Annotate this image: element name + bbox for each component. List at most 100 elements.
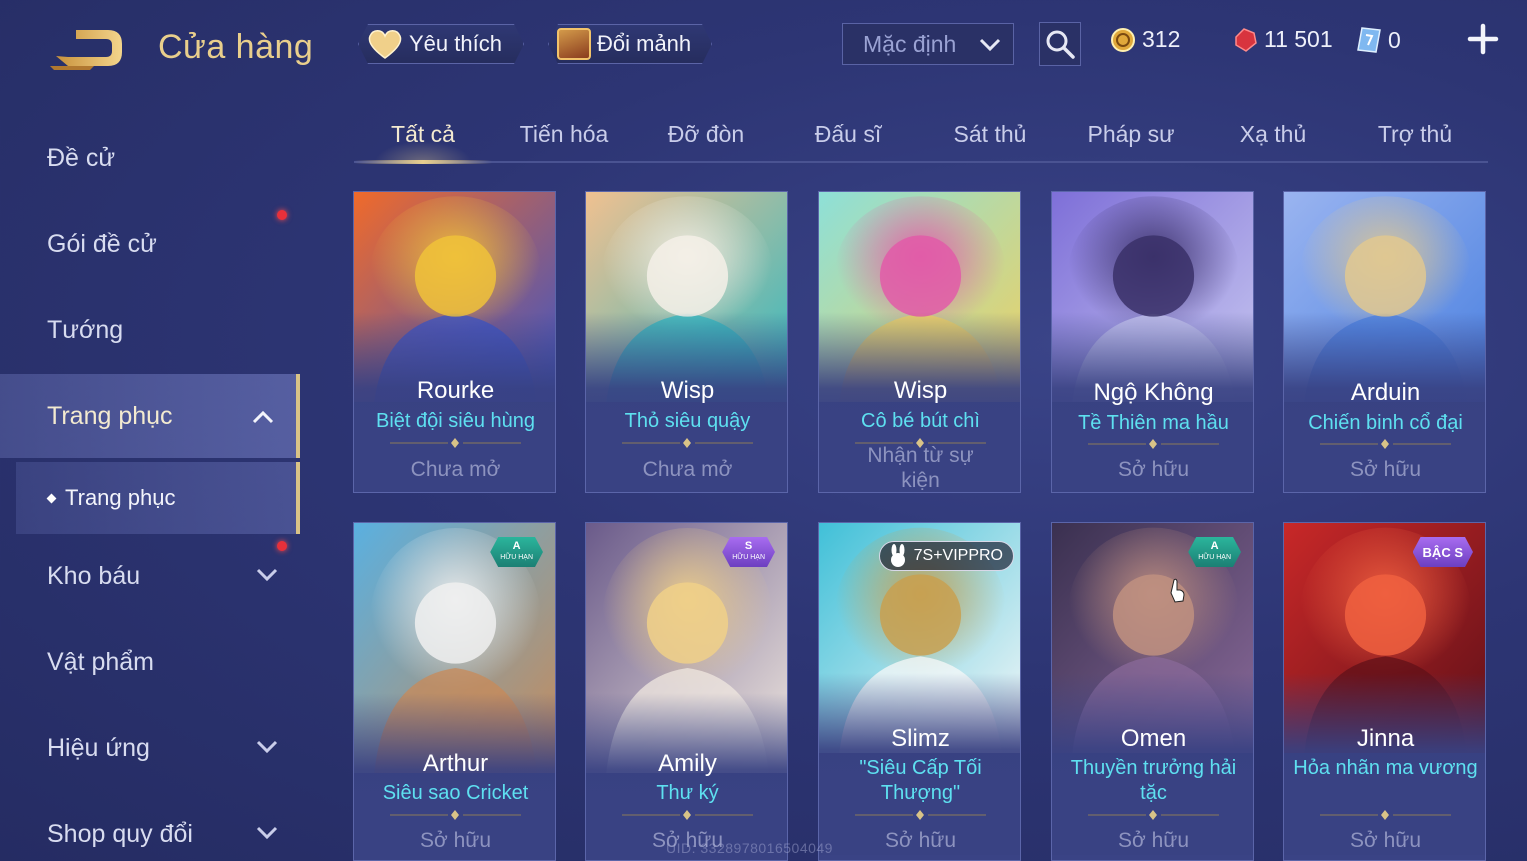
heart-icon — [367, 28, 403, 60]
tab-marksman[interactable]: Xạ thủ — [1204, 108, 1342, 161]
badge-tier: S — [744, 540, 753, 552]
skin-name: Hỏa nhãn ma vương — [1293, 757, 1478, 779]
divider-ornament — [1320, 810, 1451, 820]
sidebar-item-label: Kho báu — [47, 561, 141, 590]
tab-evolution[interactable]: Tiến hóa — [495, 108, 633, 161]
chevron-down-icon — [256, 568, 278, 582]
sidebar-item-label: Hiệu ứng — [47, 733, 150, 762]
tab-fighter[interactable]: Đấu sĩ — [779, 108, 917, 161]
sidebar-item-label: Tướng — [47, 315, 124, 344]
ownership-status: Sở hữu — [884, 829, 957, 852]
tab-label: Đấu sĩ — [814, 121, 882, 147]
sort-dropdown[interactable]: Mặc định — [842, 23, 1014, 65]
top-bar: Cửa hàng Yêu thích Đổi mảnh Mặc định 312 — [0, 0, 1527, 90]
skin-name: Thư ký — [656, 782, 719, 804]
tab-label: Trợ thủ — [1377, 121, 1453, 147]
sidebar-subitem-label: Trang phục — [65, 485, 176, 510]
sidebar-item-label: Gói đề cử — [47, 229, 157, 258]
hero-name: Arthur — [422, 750, 489, 777]
plus-icon[interactable] — [1466, 22, 1500, 56]
page-title: Cửa hàng — [158, 28, 314, 66]
skin-name: Tề Thiên ma hầu — [1078, 412, 1229, 434]
exchange-button[interactable]: Đổi mảnh — [548, 24, 712, 64]
tab-label: Sát thủ — [953, 121, 1027, 147]
skin-card[interactable]: Ngộ Không Tề Thiên ma hầu Sở hữu — [1051, 191, 1254, 493]
rarity-badge: BẬC S — [1413, 537, 1473, 567]
skin-name: Siêu sao Cricket — [382, 782, 529, 804]
tab-support[interactable]: Trợ thủ — [1346, 108, 1484, 161]
tab-label: Tất cả — [391, 121, 455, 147]
skin-card[interactable]: Arduin Chiến binh cổ đại Sở hữu — [1283, 191, 1486, 493]
tab-tank[interactable]: Đỡ đòn — [637, 108, 775, 161]
badge-label: HỮU HẠN — [732, 554, 765, 561]
sidebar-item-heroes[interactable]: Tướng — [0, 288, 300, 372]
ownership-status: Sở hữu — [1349, 829, 1422, 852]
ownership-status: Sở hữu — [1117, 458, 1190, 481]
vip-badge: 7S+VIPPRO — [878, 541, 1014, 571]
mouse-cursor-icon — [1170, 578, 1185, 603]
favorites-button[interactable]: Yêu thích — [358, 24, 524, 64]
hero-name: Jinna — [1356, 725, 1415, 752]
skin-card[interactable]: 7S+VIPPRO Slimz "Siêu Cấp Tối Thượng" Sở… — [818, 522, 1021, 861]
exchange-label: Đổi mảnh — [597, 31, 692, 56]
tab-assassin[interactable]: Sát thủ — [921, 108, 1059, 161]
chevron-down-icon — [256, 826, 278, 840]
ownership-status: Sở hữu — [1117, 829, 1190, 852]
hero-name: Ngộ Không — [1093, 379, 1214, 406]
hero-name: Arduin — [1350, 379, 1421, 406]
user-id-watermark: UID: 3328978016504049 — [666, 840, 833, 856]
rarity-badge: S HỮU HẠN — [722, 537, 775, 567]
red-gem-icon — [1235, 27, 1257, 52]
ticket-balance: 0 — [1356, 26, 1401, 54]
skin-card[interactable]: Rourke Biệt đội siêu hùng Chưa mở — [353, 191, 556, 493]
sidebar-item-effects[interactable]: Hiệu ứng — [0, 706, 300, 790]
sidebar-item-featured[interactable]: Đề cử — [0, 116, 300, 200]
hero-name: Rourke — [416, 377, 495, 404]
ownership-status: Sở hữu — [1349, 458, 1422, 481]
sidebar-item-items[interactable]: Vật phẩm — [0, 620, 300, 704]
sidebar-item-label: Trang phục — [47, 401, 173, 430]
tab-label: Đỡ đòn — [667, 121, 745, 147]
sort-selected-value: Mặc định — [863, 30, 957, 57]
chevron-down-icon — [979, 38, 1001, 52]
skin-card[interactable]: Wisp Thỏ siêu quậy Chưa mở — [585, 191, 788, 493]
skin-card[interactable]: S HỮU HẠN Amily Thư ký Sở hữu — [585, 522, 788, 861]
badge-tier: A — [1210, 540, 1219, 552]
ticket-amount: 0 — [1388, 26, 1401, 53]
badge-tier: A — [512, 540, 521, 552]
search-button[interactable] — [1039, 22, 1081, 66]
category-tabs: Tất cả Tiến hóa Đỡ đòn Đấu sĩ Sát thủ Ph… — [354, 108, 1488, 164]
skin-name: "Siêu Cấp Tối Thượng" — [859, 757, 982, 804]
badge-label: HỮU HẠN — [1198, 554, 1231, 561]
sidebar-subitem-skins[interactable]: Trang phục — [16, 462, 300, 534]
rarity-badge: A HỮU HẠN — [1188, 537, 1241, 567]
voucher-amount: 11 501 — [1264, 26, 1333, 52]
ownership-status: Chưa mở — [410, 458, 501, 481]
skin-name: Thuyền trưởng hải tặc — [1070, 757, 1237, 804]
badge-label: HỮU HẠN — [500, 554, 533, 561]
badge-tier: BẬC S — [1422, 544, 1463, 560]
hero-name: Wisp — [893, 377, 948, 404]
skin-card[interactable]: A HỮU HẠN Omen Thuyền trưởng hải tặc Sở … — [1051, 522, 1254, 861]
sidebar-item-featured-bundles[interactable]: Gói đề cử — [0, 202, 300, 286]
skin-name: Biệt đội siêu hùng — [375, 410, 535, 432]
tab-mage[interactable]: Pháp sư — [1062, 108, 1200, 161]
sidebar-item-exchange-shop[interactable]: Shop quy đổi — [0, 792, 300, 861]
skin-card[interactable]: A HỮU HẠN Arthur Siêu sao Cricket Sở hữu — [353, 522, 556, 861]
sidebar: Đề cử Gói đề cử Tướng Trang phục Trang p… — [0, 110, 302, 861]
back-arrow-icon[interactable] — [46, 26, 126, 70]
search-icon — [1046, 30, 1075, 59]
gold-amount: 312 — [1142, 26, 1181, 52]
skin-card[interactable]: Wisp Cô bé bút chì Nhận từ sự kiện — [818, 191, 1021, 493]
divider-ornament — [390, 438, 521, 448]
chevron-up-icon — [252, 410, 274, 424]
tab-label: Tiến hóa — [519, 121, 609, 147]
hero-name: Slimz — [891, 725, 950, 752]
sidebar-item-skins[interactable]: Trang phục — [0, 374, 300, 458]
treasure-chest-icon — [557, 28, 591, 60]
skin-card[interactable]: BẬC S Jinna Hỏa nhãn ma vương Sở hữu — [1283, 522, 1486, 861]
tab-all[interactable]: Tất cả — [354, 108, 492, 164]
ownership-status: Sở hữu — [419, 829, 492, 852]
sidebar-item-treasure[interactable]: Kho báu — [0, 534, 300, 618]
ticket-icon — [1357, 27, 1381, 53]
